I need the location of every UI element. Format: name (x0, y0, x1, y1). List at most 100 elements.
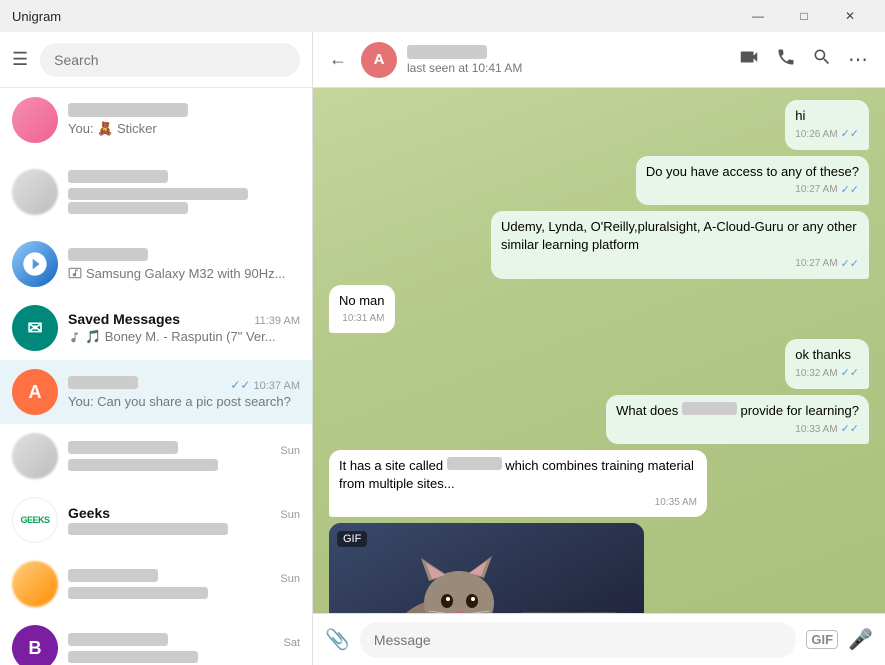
message-time: 10:26 AM (795, 128, 837, 142)
chat-info: Samsung Galaxy M32 with 90Hz... (68, 248, 300, 281)
avatar: GEEKS (12, 497, 58, 543)
message-bubble: It has a site called which combines trai… (329, 450, 707, 516)
chat-item-saved-messages[interactable]: ✉ Saved Messages 11:39 AM 🎵 Boney M. - R… (0, 296, 312, 360)
chat-name (68, 103, 188, 119)
message-row: hi 10:26 AM ✓✓ (329, 100, 869, 150)
message-time: 10:27 AM (795, 183, 837, 197)
message-text: ok thanks (795, 347, 851, 362)
chat-header-status: last seen at 10:41 AM (407, 61, 728, 75)
chat-preview: 🎵 Boney M. - Rasputin (7" Ver... (68, 329, 300, 345)
message-row: Udemy, Lynda, O'Reilly,pluralsight, A-Cl… (329, 211, 869, 279)
chat-item[interactable]: Samsung Galaxy M32 with 90Hz... (0, 232, 312, 296)
sidebar: ☰ You: 🧸 Sticker (0, 32, 313, 665)
chat-name (68, 170, 168, 186)
phone-icon[interactable] (776, 47, 796, 72)
close-button[interactable]: ✕ (827, 0, 873, 32)
maximize-button[interactable]: □ (781, 0, 827, 32)
chat-preview: Samsung Galaxy M32 with 90Hz... (68, 266, 300, 281)
chat-time: ✓✓ 10:37 AM (230, 378, 300, 392)
chat-name: Saved Messages (68, 311, 180, 327)
chat-info: Saved Messages 11:39 AM 🎵 Boney M. - Ras… (68, 311, 300, 345)
minimize-button[interactable]: — (735, 0, 781, 32)
chat-info: Sat (68, 633, 300, 663)
message-row: It has a site called which combines trai… (329, 450, 869, 516)
gif-bubble: GIF 10:35 AM ✓✓ (329, 523, 644, 613)
message-input[interactable] (360, 622, 797, 658)
chat-info: You: 🧸 Sticker (68, 103, 300, 137)
message-bubble: ok thanks 10:32 AM ✓✓ (785, 339, 869, 389)
chat-header-actions: ⋯ (738, 46, 869, 73)
chat-time: Sun (280, 445, 300, 457)
chat-preview: You: Can you share a pic post search? (68, 394, 300, 409)
chat-item[interactable]: Sun (0, 424, 312, 488)
chat-item-active[interactable]: A ✓✓ 10:37 AM You: Can you share a pic p… (0, 360, 312, 424)
gif-button[interactable]: GIF (806, 630, 838, 649)
chat-time: 11:39 AM (254, 315, 300, 327)
message-text: It has a site called which combines trai… (339, 458, 694, 491)
attach-icon[interactable]: 📎 (325, 627, 350, 652)
avatar (12, 169, 58, 215)
more-options-icon[interactable]: ⋯ (848, 47, 869, 72)
chat-preview (68, 459, 300, 471)
chat-time: Sun (280, 573, 300, 585)
chat-item[interactable]: You: 🧸 Sticker (0, 88, 312, 152)
message-row: What does provide for learning? 10:33 AM… (329, 395, 869, 445)
video-call-icon[interactable] (738, 46, 760, 73)
chat-info: ✓✓ 10:37 AM You: Can you share a pic pos… (68, 376, 300, 409)
message-row: ok thanks 10:32 AM ✓✓ (329, 339, 869, 389)
message-text: No man (339, 293, 385, 308)
message-row: Do you have access to any of these? 10:2… (329, 156, 869, 206)
chat-name (68, 441, 178, 457)
chat-item[interactable] (0, 152, 312, 232)
menu-icon[interactable]: ☰ (12, 49, 28, 70)
message-text: Do you have access to any of these? (646, 164, 859, 179)
window-controls: — □ ✕ (735, 0, 873, 32)
message-text: hi (795, 108, 805, 123)
chat-item[interactable]: Sun (0, 552, 312, 616)
avatar: A (12, 369, 58, 415)
chat-preview (68, 202, 300, 214)
search-box[interactable] (40, 43, 300, 77)
chat-info: Sun (68, 441, 300, 471)
gif-label: GIF (337, 531, 367, 547)
chat-list: You: 🧸 Sticker (0, 88, 312, 665)
avatar (12, 561, 58, 607)
message-bubble: hi 10:26 AM ✓✓ (785, 100, 869, 150)
chat-preview (68, 523, 300, 535)
search-input[interactable] (54, 52, 286, 68)
messages-area: hi 10:26 AM ✓✓ Do you have access to any… (313, 88, 885, 613)
chat-name (68, 248, 148, 264)
chat-header-info: last seen at 10:41 AM (407, 45, 728, 75)
avatar (12, 433, 58, 479)
back-button[interactable]: ← (329, 49, 347, 70)
gif-content: GIF (329, 523, 644, 613)
mic-icon[interactable]: 🎤 (848, 627, 873, 652)
chat-preview (68, 587, 300, 599)
avatar (12, 97, 58, 143)
titlebar: Unigram — □ ✕ (0, 0, 885, 32)
message-bubble: What does provide for learning? 10:33 AM… (606, 395, 869, 445)
chat-item-geeks[interactable]: GEEKS Geeks Sun (0, 488, 312, 552)
check-icon: ✓✓ (841, 366, 859, 381)
chat-name (68, 376, 138, 392)
chat-header-name (407, 45, 728, 61)
message-text: What does provide for learning? (616, 403, 859, 418)
chat-item[interactable]: B Sat (0, 616, 312, 665)
chat-name (68, 569, 158, 585)
message-time: 10:27 AM (795, 257, 837, 271)
message-row: No man 10:31 AM (329, 285, 869, 333)
chat-info: Geeks Sun (68, 505, 300, 535)
sidebar-header: ☰ (0, 32, 312, 88)
message-input-bar: 📎 GIF 🎤 (313, 613, 885, 665)
chat-preview (68, 651, 300, 663)
chat-time: Sat (283, 637, 300, 649)
search-icon[interactable] (812, 47, 832, 72)
chat-info (68, 170, 300, 214)
message-time: 10:31 AM (342, 312, 384, 326)
message-time: 10:32 AM (795, 367, 837, 381)
message-time: 10:33 AM (795, 423, 837, 437)
avatar: B (12, 625, 58, 665)
chat-panel: ← A last seen at 10:41 AM ⋯ (313, 32, 885, 665)
message-bubble: Do you have access to any of these? 10:2… (636, 156, 869, 206)
chat-name (68, 633, 168, 649)
